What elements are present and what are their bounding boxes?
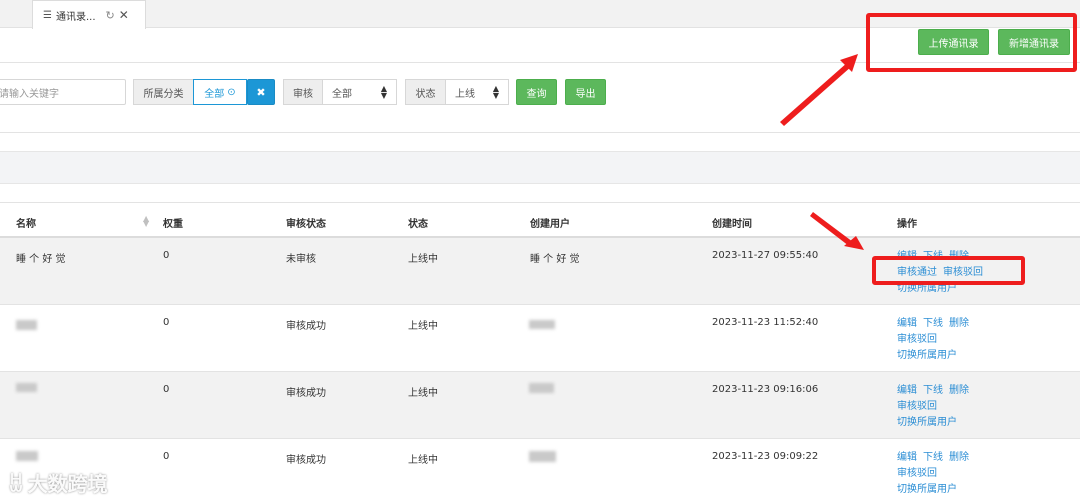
watermark: ꀠ 大数跨境	[8, 468, 108, 497]
arrow-shaft	[810, 212, 853, 246]
watermark-logo-icon: ꀠ	[8, 471, 24, 496]
watermark-text: 大数跨境	[27, 472, 108, 496]
annotation-arrows	[780, 54, 864, 250]
arrow-shaft	[780, 62, 852, 126]
